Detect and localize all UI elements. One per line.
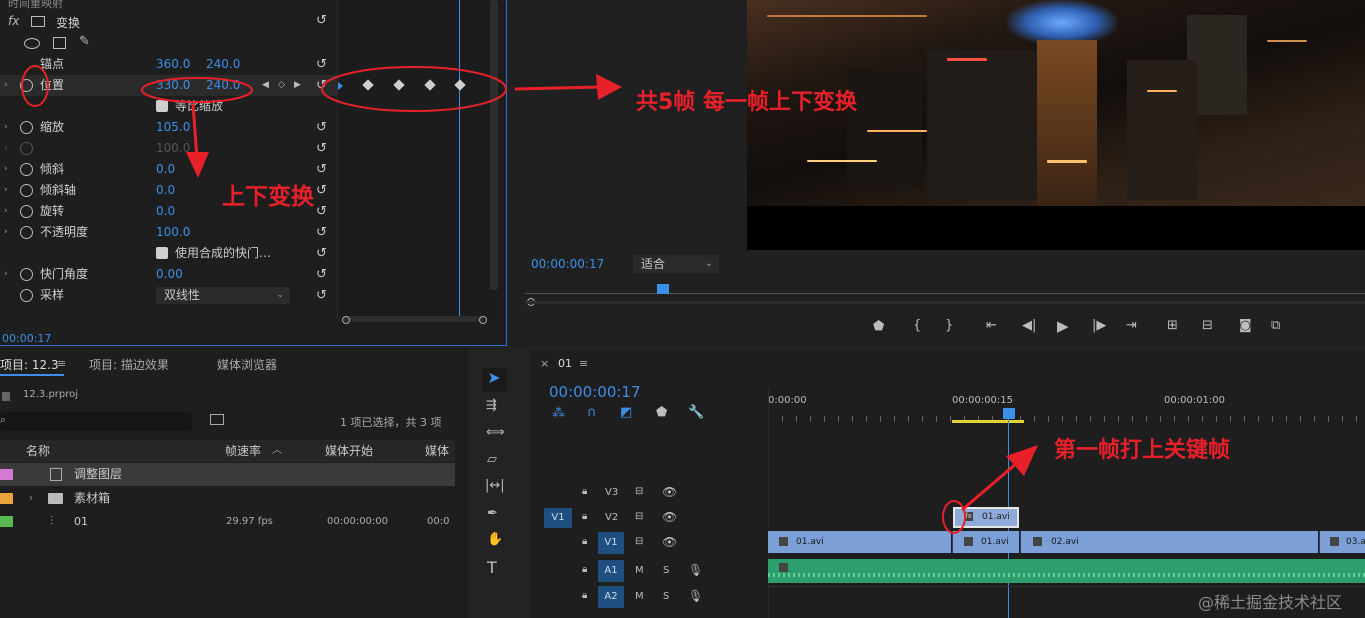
annotation-arrow xyxy=(961,460,1019,512)
annotation-arrowhead xyxy=(596,74,622,100)
premiere-window: 时间重映射 fx 变换 ↺ ✎ 锚点 360.0 240.0 ↺ › 位置 33… xyxy=(0,0,1365,618)
annotation-five-frames: 共5帧 每一帧上下变换 xyxy=(636,90,857,115)
annotation-circle xyxy=(21,65,49,107)
annotation-updown: 上下变换 xyxy=(222,184,314,210)
annotation-circle xyxy=(942,500,966,534)
annotation-arrowhead xyxy=(1006,445,1038,476)
annotation-arrow xyxy=(514,85,601,91)
annotation-circle xyxy=(141,77,253,103)
annotation-arrow xyxy=(191,103,199,159)
annotation-circle xyxy=(321,66,507,112)
watermark: @稀土掘金技术社区 xyxy=(1198,593,1343,612)
annotation-arrowhead xyxy=(186,152,209,178)
annotation-first-keyframe: 第一帧打上关键帧 xyxy=(1054,438,1231,463)
